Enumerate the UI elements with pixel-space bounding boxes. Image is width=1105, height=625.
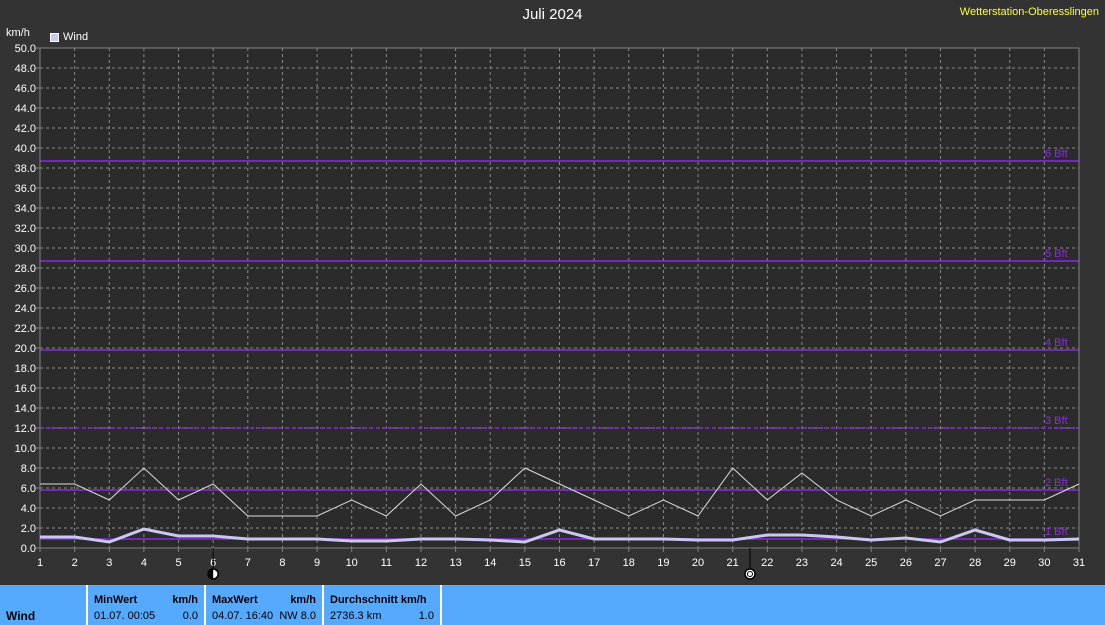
- y-tick-label: 42.0: [15, 123, 36, 135]
- x-tick-label: 15: [519, 557, 531, 569]
- y-tick-label: 44.0: [15, 103, 36, 115]
- y-tick-label: 14.0: [15, 403, 36, 415]
- x-tick-label: 17: [588, 557, 600, 569]
- x-tick-label: 12: [415, 557, 427, 569]
- x-tick-label: 30: [1038, 557, 1050, 569]
- y-tick-label: 26.0: [15, 283, 36, 295]
- y-tick-label: 2.0: [21, 523, 36, 535]
- y-tick-label: 12.0: [15, 423, 36, 435]
- y-tick-label: 8.0: [21, 463, 36, 475]
- y-tick-label: 40.0: [15, 143, 36, 155]
- y-tick-label: 10.0: [15, 443, 36, 455]
- x-tick-label: 24: [830, 557, 842, 569]
- x-tick-label: 16: [553, 557, 565, 569]
- footer-series-cell: Wind: [0, 585, 88, 625]
- y-tick-label: 46.0: [15, 83, 36, 95]
- max-label: MaxWert: [212, 594, 258, 606]
- y-tick-label: 18.0: [15, 363, 36, 375]
- y-tick-label: 48.0: [15, 63, 36, 75]
- y-tick-label: 20.0: [15, 343, 36, 355]
- min-date: 01.07. 00:05: [94, 610, 156, 622]
- footer-max-cell: MaxWert km/h 04.07. 16:40 NW 8.0: [206, 585, 324, 625]
- x-tick-label: 23: [796, 557, 808, 569]
- x-tick-label: 25: [865, 557, 877, 569]
- x-tick-label: 18: [623, 557, 635, 569]
- y-tick-label: 28.0: [15, 263, 36, 275]
- y-tick-label: 36.0: [15, 183, 36, 195]
- beaufort-label: 5 Bft: [1045, 248, 1068, 260]
- beaufort-label: 2 Bft: [1045, 477, 1068, 489]
- beaufort-label: 3 Bft: [1045, 415, 1068, 427]
- x-tick-label: 5: [175, 557, 181, 569]
- footer-avg-cell: Durchschnitt km/h 2736.3 km 1.0: [324, 585, 442, 625]
- avg-value: 1.0: [418, 610, 434, 622]
- x-tick-label: 2: [72, 557, 78, 569]
- x-tick-label: 13: [449, 557, 461, 569]
- min-label: MinWert: [94, 594, 138, 606]
- x-tick-label: 10: [346, 557, 358, 569]
- x-tick-label: 26: [900, 557, 912, 569]
- avg-label: Durchschnitt km/h: [330, 594, 427, 606]
- y-tick-label: 16.0: [15, 383, 36, 395]
- x-tick-label: 21: [727, 557, 739, 569]
- max-unit: km/h: [290, 594, 316, 606]
- y-tick-label: 24.0: [15, 303, 36, 315]
- new-moon-icon: [744, 568, 756, 580]
- x-tick-label: 27: [934, 557, 946, 569]
- min-value: 0.0: [182, 610, 198, 622]
- x-tick-label: 3: [106, 557, 112, 569]
- min-unit: km/h: [172, 594, 198, 606]
- y-tick-label: 30.0: [15, 243, 36, 255]
- x-tick-label: 1: [37, 557, 43, 569]
- x-tick-label: 11: [381, 557, 392, 569]
- x-tick-label: 22: [761, 557, 773, 569]
- footer-series-label: Wind: [6, 609, 36, 623]
- y-tick-label: 50.0: [15, 43, 36, 55]
- x-tick-label: 14: [484, 557, 496, 569]
- y-tick-label: 6.0: [21, 483, 36, 495]
- x-tick-label: 20: [692, 557, 704, 569]
- x-tick-label: 31: [1073, 557, 1085, 569]
- x-tick-label: 9: [314, 557, 320, 569]
- x-tick-label: 7: [245, 557, 251, 569]
- y-tick-label: 22.0: [15, 323, 36, 335]
- x-tick-label: 8: [279, 557, 285, 569]
- y-tick-label: 0.0: [21, 543, 36, 555]
- beaufort-label: 4 Bft: [1045, 337, 1068, 349]
- footer-min-cell: MinWert km/h 01.07. 00:05 0.0: [88, 585, 206, 625]
- beaufort-label: 1 Bft: [1045, 526, 1068, 538]
- wind-chart: 0.0 2.0 4.0 6.0 8.0 10.0 12.0 14.0 16.0 18.0 20.0 2…: [15, 43, 1085, 580]
- y-tick-label: 34.0: [15, 203, 36, 215]
- max-value: NW 8.0: [279, 610, 316, 622]
- beaufort-label: 6 Bft: [1045, 148, 1068, 160]
- x-tick-label: 4: [141, 557, 147, 569]
- y-tick-label: 4.0: [21, 503, 36, 515]
- y-tick-label: 38.0: [15, 163, 36, 175]
- avg-distance: 2736.3 km: [330, 610, 382, 622]
- x-tick-label: 19: [657, 557, 669, 569]
- x-tick-label: 29: [1004, 557, 1016, 569]
- y-tick-label: 32.0: [15, 223, 36, 235]
- x-tick-label: 28: [969, 557, 981, 569]
- max-date: 04.07. 16:40: [212, 610, 274, 622]
- summary-footer: Wind MinWert km/h 01.07. 00:05 0.0 MaxWe…: [0, 585, 1105, 625]
